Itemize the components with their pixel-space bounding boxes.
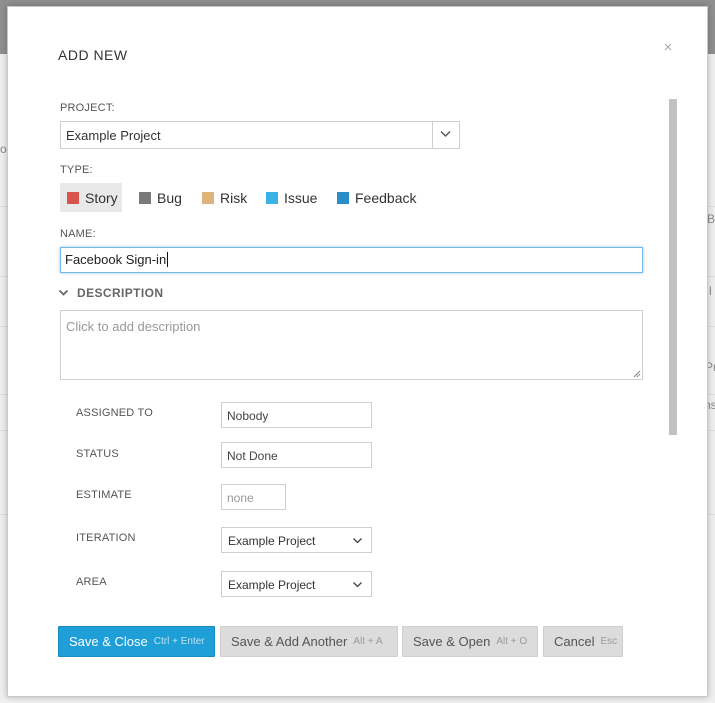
area-label: AREA — [76, 576, 107, 588]
area-select-value: Example Project — [228, 578, 316, 592]
background-text-fragment: l — [709, 284, 712, 298]
resize-grip-icon[interactable] — [633, 370, 641, 378]
name-label: NAME: — [60, 228, 96, 240]
project-select[interactable]: Example Project — [60, 121, 460, 149]
save-open-button[interactable]: Save & Open Alt + O — [402, 626, 538, 657]
close-icon[interactable]: × — [661, 40, 675, 55]
text-cursor — [167, 252, 169, 267]
type-option-label: Story — [85, 189, 118, 206]
iteration-select-value: Example Project — [228, 534, 316, 548]
save-close-label: Save & Close — [69, 634, 148, 649]
feedback-color-swatch — [337, 191, 349, 204]
type-option-label: Feedback — [355, 189, 417, 206]
description-heading: DESCRIPTION — [77, 286, 164, 300]
type-option-risk[interactable]: Risk — [202, 183, 247, 212]
scrollbar-thumb[interactable] — [669, 99, 677, 435]
cancel-button[interactable]: Cancel Esc — [543, 626, 623, 657]
background-text-fragment: o — [0, 142, 7, 156]
add-new-dialog: ADD NEW × PROJECT: Example Project TYPE:… — [7, 6, 708, 697]
project-select-value: Example Project — [66, 128, 161, 143]
cancel-label: Cancel — [554, 634, 595, 649]
type-option-issue[interactable]: Issue — [266, 183, 317, 212]
story-color-swatch — [67, 191, 79, 204]
assigned-to-label: ASSIGNED TO — [76, 407, 153, 419]
type-option-bug[interactable]: Bug — [139, 183, 182, 212]
chevron-down-icon — [58, 289, 69, 296]
name-input[interactable]: Facebook Sign-in — [60, 247, 643, 273]
iteration-label: ITERATION — [76, 532, 136, 544]
iteration-select[interactable]: Example Project — [221, 527, 372, 553]
name-input-value: Facebook Sign-in — [65, 252, 167, 267]
save-close-shortcut: Ctrl + Enter — [153, 636, 205, 647]
area-select[interactable]: Example Project — [221, 571, 372, 597]
select-divider — [432, 122, 433, 148]
chevron-down-icon — [353, 538, 362, 544]
type-label: TYPE: — [60, 164, 93, 176]
estimate-field[interactable]: none — [221, 484, 286, 510]
save-close-button[interactable]: Save & Close Ctrl + Enter — [58, 626, 215, 657]
status-field[interactable]: Not Done — [221, 442, 372, 468]
status-label: STATUS — [76, 448, 119, 460]
description-toggle[interactable]: DESCRIPTION — [58, 286, 163, 300]
save-open-label: Save & Open — [413, 634, 491, 649]
save-add-another-button[interactable]: Save & Add Another Alt + A — [220, 626, 398, 657]
chevron-down-icon — [353, 582, 362, 588]
assigned-to-field[interactable]: Nobody — [221, 402, 372, 428]
estimate-label: ESTIMATE — [76, 489, 132, 501]
save-open-shortcut: Alt + O — [496, 636, 528, 647]
chevron-down-icon[interactable] — [439, 127, 452, 140]
type-option-label: Bug — [157, 189, 182, 206]
save-add-another-shortcut: Alt + A — [353, 636, 383, 647]
type-option-label: Risk — [220, 189, 248, 206]
cancel-shortcut: Esc — [600, 636, 618, 647]
risk-color-swatch — [202, 191, 214, 204]
project-label: PROJECT: — [60, 102, 115, 114]
type-option-label: Issue — [284, 189, 318, 206]
save-add-another-label: Save & Add Another — [231, 634, 348, 649]
description-textarea[interactable]: Click to add description — [60, 310, 643, 380]
type-option-feedback[interactable]: Feedback — [337, 183, 416, 212]
type-option-story[interactable]: Story — [60, 183, 122, 212]
issue-color-swatch — [266, 191, 278, 204]
dialog-title: ADD NEW — [58, 47, 128, 63]
bug-color-swatch — [139, 191, 151, 204]
description-placeholder: Click to add description — [66, 319, 201, 334]
background-text-fragment: B — [707, 212, 715, 226]
